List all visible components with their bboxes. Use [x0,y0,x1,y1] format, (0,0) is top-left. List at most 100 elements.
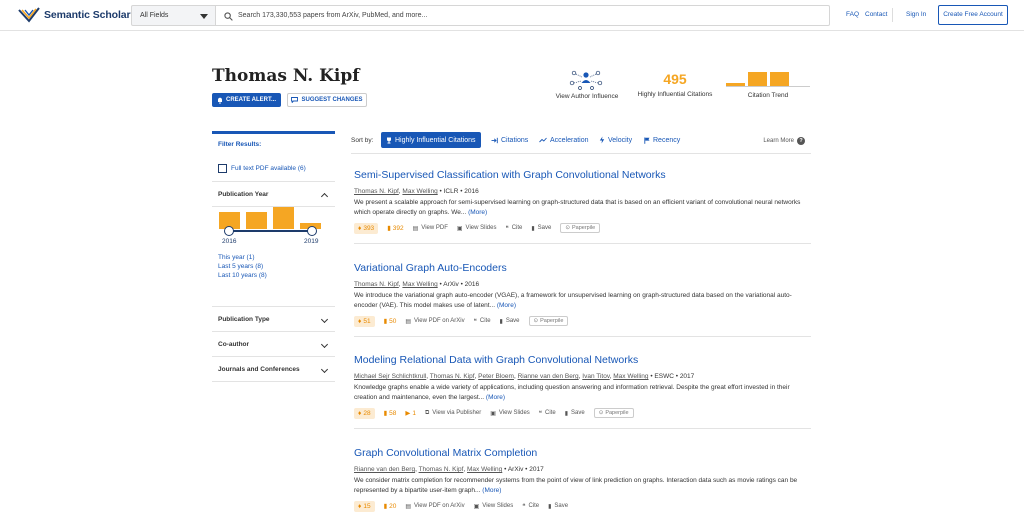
author-link[interactable]: Max Welling [402,188,437,195]
author-link[interactable]: Max Welling [402,281,437,288]
quote-icon: ❝ [522,503,526,510]
range-last-10-years-link[interactable]: Last 10 years (8) [218,272,267,279]
paper-venue: ArXiv [443,281,459,288]
learn-more-link[interactable]: Learn More ? [763,137,805,145]
author-link[interactable]: Michael Sejr Schlichtkrull [354,373,426,380]
author-link[interactable]: Rianne van den Berg [354,466,415,473]
create-account-button[interactable]: Create Free Account [938,5,1008,25]
logo[interactable]: Semantic Scholar [18,7,131,23]
more-link[interactable]: (More) [497,302,516,309]
author-link[interactable]: Max Welling [613,373,648,380]
cite-button[interactable]: ❝ Cite [505,225,522,232]
paper-actions: ♦ 28 ▮ 58 ▶ 1 ⧉ View via Publisher ▣ View Sli… [354,407,811,419]
suggest-changes-label: SUGGEST CHANGES [301,97,363,103]
faq-link[interactable]: FAQ [846,11,859,18]
paperpile-button[interactable]: ⊙ Paperpile [593,408,634,418]
view-pdf-button[interactable]: ▤ View PDF on ArXiv [405,318,464,325]
save-button[interactable]: ▮ Save [500,318,520,325]
author-link[interactable]: Peter Bloem [478,373,514,380]
view-author-influence-link[interactable]: View Author Influence [548,93,626,100]
citations-badge[interactable]: ▮ 392 [387,223,403,234]
view-via-publisher-button[interactable]: ⧉ View via Publisher [425,410,481,417]
fields-select-value: All Fields [140,12,169,19]
view-pdf-button[interactable]: ▤ View PDF [413,225,448,232]
cite-button[interactable]: ❝ Cite [539,410,556,417]
author-link[interactable]: Ivan Titov [582,373,609,380]
paper-abstract: We introduce the variational graph auto-… [354,291,811,311]
sort-velocity[interactable]: Velocity [599,132,632,148]
contact-link[interactable]: Contact [865,11,887,18]
paper-title[interactable]: Modeling Relational Data with Graph Conv… [354,354,638,366]
author-influence-graph[interactable] [568,68,604,90]
author-link[interactable]: Rianne van den Berg [518,373,579,380]
videos-badge[interactable]: ▶ 1 [405,408,416,419]
sort-acceleration[interactable]: Acceleration [539,132,589,148]
sort-recency[interactable]: Recency [644,132,680,148]
save-label: Save [505,318,520,324]
save-button[interactable]: ▮ Save [531,225,551,232]
slides-icon: ▣ [473,503,480,510]
suggest-changes-button[interactable]: SUGGEST CHANGES [287,93,367,107]
view-pdf-button[interactable]: ▤ View PDF on ArXiv [405,503,464,510]
paper-title[interactable]: Variational Graph Auto-Encoders [354,262,507,274]
author-link[interactable]: Thomas N. Kipf [430,373,475,380]
publication-type-filter[interactable]: Publication Type [212,307,335,332]
bar-chart-icon: ▮ [383,318,388,325]
paper-meta: Michael Sejr Schlichtkrull, Thomas N. Ki… [354,373,695,380]
co-author-filter[interactable]: Co-author [212,332,335,357]
influential-citations-badge[interactable]: ♦ 28 [354,407,375,419]
view-slides-button[interactable]: ▣ View Slides [490,410,530,417]
year-slider-start-handle[interactable] [224,226,234,236]
range-this-year-link[interactable]: This year (1) [218,254,254,261]
citations-badge[interactable]: ▮ 58 [384,408,397,419]
cite-button[interactable]: ❝ Cite [474,318,491,325]
fields-select[interactable]: All Fields [131,5,216,26]
sort-citations-label: Citations [501,136,529,144]
paper-title[interactable]: Semi-Supervised Classification with Grap… [354,169,666,181]
more-link[interactable]: (More) [486,394,505,401]
citations-badge[interactable]: ▮ 20 [384,501,397,512]
checkbox[interactable] [218,164,227,173]
create-alert-button[interactable]: CREATE ALERT... [212,93,281,107]
save-button[interactable]: ▮ Save [548,503,568,510]
year-slider-end-handle[interactable] [307,226,317,236]
chevron-up-icon [320,192,329,201]
citations-badge[interactable]: ▮ 50 [384,316,397,327]
publication-year-header[interactable]: Publication Year [212,182,335,207]
more-link[interactable]: (More) [482,487,501,494]
full-text-pdf-label: Full text PDF available (6) [231,165,306,172]
view-slides-button[interactable]: ▣ View Slides [457,225,497,232]
view-slides-button[interactable]: ▣ View Slides [474,503,514,510]
cite-button[interactable]: ❝ Cite [522,503,539,510]
sort-citations[interactable]: Citations [491,132,528,148]
influential-citations-badge[interactable]: ♦ 15 [354,500,375,512]
citation-trend-chart [726,70,810,87]
author-link[interactable]: Thomas N. Kipf [419,466,464,473]
influential-citations-badge[interactable]: ♦ 393 [354,222,379,234]
divider [354,336,811,337]
flag-icon [644,137,650,144]
year-slider-track[interactable] [228,230,312,232]
video-icon: ▶ [405,410,411,417]
sort-influential-label: Highly Influential Citations [395,136,476,144]
author-link[interactable]: Max Welling [467,466,502,473]
author-link[interactable]: Thomas N. Kipf [354,188,399,195]
more-link[interactable]: (More) [468,209,487,216]
paperpile-button[interactable]: ⊙ Paperpile [528,316,569,326]
save-button[interactable]: ▮ Save [565,410,585,417]
sign-in-link[interactable]: Sign In [906,11,926,18]
quote-icon: ❝ [473,318,477,325]
sort-influential-citations[interactable]: Highly Influential Citations [381,132,481,148]
view-slides-label: View Slides [482,503,514,509]
journals-conferences-filter[interactable]: Journals and Conferences [212,357,335,382]
document-icon: ▤ [405,503,412,510]
paper-title[interactable]: Graph Convolutional Matrix Completion [354,447,537,459]
author-link[interactable]: Thomas N. Kipf [354,281,399,288]
full-text-pdf-filter[interactable]: Full text PDF available (6) [212,156,335,182]
range-last-5-years-link[interactable]: Last 5 years (8) [218,263,263,270]
bookmark-icon: ▮ [548,503,552,510]
influential-citations-badge[interactable]: ♦ 51 [354,315,375,327]
search-input[interactable]: Search 173,330,553 papers from ArXiv, Pu… [216,5,830,26]
paperpile-button[interactable]: ⊙ Paperpile [560,223,601,233]
divider [351,153,811,154]
